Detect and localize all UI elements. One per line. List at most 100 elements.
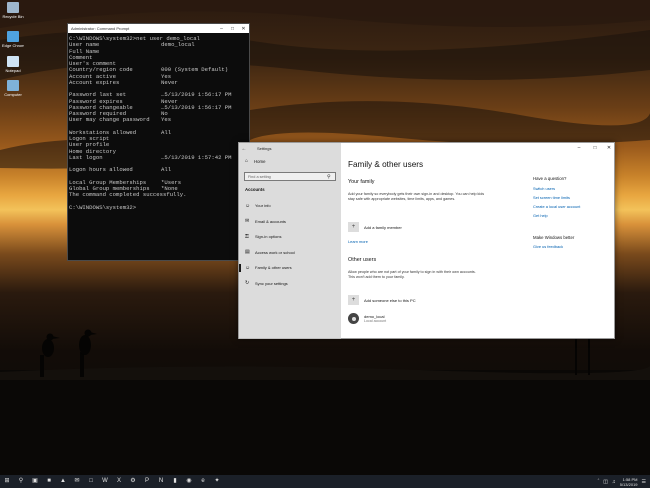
chrome-icon[interactable]: ◉ <box>182 475 196 488</box>
edge-icon[interactable]: e <box>196 475 210 488</box>
powerpoint-icon[interactable]: P <box>140 475 154 488</box>
chevron-up-icon[interactable]: ˆ <box>598 479 600 485</box>
sidebar-item-label: Sync your settings <box>255 280 288 286</box>
pin-icon[interactable]: ✦ <box>210 475 224 488</box>
plus-icon: + <box>348 295 359 305</box>
network-icon[interactable]: ◫ <box>603 479 608 485</box>
sidebar-section-accounts: Accounts <box>245 187 265 192</box>
back-arrow-icon[interactable]: ← <box>239 146 249 152</box>
selection-indicator <box>239 264 241 272</box>
computer-icon[interactable]: Computer <box>2 80 24 97</box>
your-family-heading: Your family <box>348 179 375 185</box>
add-someone-else-label: Add someone else to this PC <box>364 297 416 303</box>
page-title: Family & other users <box>348 160 424 169</box>
your-family-description: Add your family so everybody gets their … <box>348 192 485 201</box>
clock-date: 5/13/2019 <box>619 481 638 487</box>
settings-title-bar[interactable]: ← Settings <box>239 143 341 154</box>
cmd-field-name: C:\WINDOWS\system32> <box>69 203 137 211</box>
maximize-icon[interactable]: □ <box>227 26 238 32</box>
sidebar-item-sync-settings[interactable]: ↻ Sync your settings <box>239 276 341 292</box>
avatar-head <box>351 316 356 321</box>
people-icon: ☺ <box>245 264 251 271</box>
email-icon: ✉ <box>245 218 250 225</box>
sidebar-item-label: Access work or school <box>255 249 295 255</box>
other-users-heading: Other users <box>348 257 377 263</box>
avatar <box>348 313 359 324</box>
minimize-icon[interactable]: – <box>573 143 585 154</box>
windows-icon[interactable]: ⊞ <box>0 475 14 488</box>
sidebar-item-your-info[interactable]: ☺ Your info <box>239 198 341 214</box>
task-view-icon[interactable]: ▣ <box>28 475 42 488</box>
sidebar-item-email-accounts[interactable]: ✉ Email & accounts <box>239 214 341 230</box>
close-icon[interactable]: ✕ <box>603 143 615 154</box>
photos-icon[interactable]: □ <box>84 475 98 488</box>
get-help-link[interactable]: Get help <box>533 213 548 218</box>
settings-title: Settings <box>257 146 272 151</box>
onenote-icon[interactable]: N <box>154 475 168 488</box>
add-someone-else-button[interactable]: + Add someone else to this PC <box>348 295 416 305</box>
settings-sidebar: ← Settings ⌂ Home Find a setting ⚲ Accou… <box>239 143 341 339</box>
sidebar-item-label: Your info <box>255 203 271 209</box>
notepad-icon[interactable]: Notepad <box>2 56 24 73</box>
add-family-member-label: Add a family member <box>364 224 402 230</box>
sidebar-home[interactable]: ⌂ Home <box>239 156 341 166</box>
store-icon[interactable]: ▲ <box>56 475 70 488</box>
mail-icon[interactable]: ✉ <box>70 475 84 488</box>
volume-icon[interactable]: ♫ <box>612 479 616 485</box>
sync-icon: ↻ <box>245 280 250 287</box>
word-icon[interactable]: W <box>98 475 112 488</box>
user-account-type: Local account <box>364 318 387 323</box>
taskbar: ⊞ ⚲ ▣ ■ ▲ ✉ □ W X ⚙ P N ▮ ◉ e ✦ ˆ ◫ ♫ 1:… <box>0 475 650 488</box>
cmd-output[interactable]: C:\WINDOWS\system32>net user demo_local … <box>68 33 249 211</box>
settings-search-box[interactable]: Find a setting ⚲ <box>244 172 336 181</box>
user-account-item[interactable]: demo_local Local account <box>348 313 386 324</box>
search-icon[interactable]: ⚲ <box>14 475 28 488</box>
give-feedback-link[interactable]: Give us feedback <box>533 244 563 249</box>
excel-icon[interactable]: X <box>112 475 126 488</box>
clock[interactable]: 1:58 PM 5/13/2019 <box>620 477 638 487</box>
briefcase-icon: ▤ <box>245 249 250 256</box>
sidebar-item-access-work[interactable]: ▤ Access work or school <box>239 245 341 261</box>
settings-window[interactable]: ← Settings ⌂ Home Find a setting ⚲ Accou… <box>238 142 615 339</box>
create-local-account-link[interactable]: Create a local user account <box>533 204 580 209</box>
notifications-icon[interactable]: ☰ <box>642 479 646 485</box>
cmd-output-line: C:\WINDOWS\system32> <box>69 203 249 211</box>
minimize-icon[interactable]: – <box>216 26 227 32</box>
make-windows-better-heading: Make Windows better <box>533 235 575 240</box>
sidebar-item-label: Family & other users <box>255 265 292 271</box>
home-icon: ⌂ <box>245 158 249 164</box>
cmd-title: Administrator: Command Prompt <box>71 26 130 31</box>
switch-users-link[interactable]: Switch users <box>533 186 555 191</box>
command-prompt-window[interactable]: Administrator: Command Prompt – □ ✕ C:\W… <box>67 23 250 261</box>
browser-icon[interactable]: Edge Chrome <box>2 31 24 48</box>
sidebar-nav: ☺ Your info ✉ Email & accounts ⚿ Sign-in… <box>239 198 341 291</box>
search-placeholder: Find a setting <box>248 174 271 179</box>
search-icon[interactable]: ⚲ <box>327 174 335 180</box>
browser-glyph-icon <box>7 31 19 42</box>
sidebar-item-label: Email & accounts <box>255 218 286 224</box>
computer-glyph-icon <box>7 80 19 91</box>
cmd-icon[interactable]: ▮ <box>168 475 182 488</box>
plus-icon: + <box>348 222 359 232</box>
clock-time: 1:58 PM <box>622 476 638 482</box>
add-family-member-button[interactable]: + Add a family member <box>348 222 402 232</box>
recycle-bin-icon[interactable]: Recycle Bin <box>2 2 24 19</box>
key-icon: ⚿ <box>245 233 249 240</box>
maximize-icon[interactable]: □ <box>589 143 601 154</box>
settings-main: – □ ✕ Family & other users Your family A… <box>341 143 615 339</box>
recycle-bin-glyph-icon <box>7 2 19 13</box>
sidebar-item-family-other-users[interactable]: ☺ Family & other users <box>239 260 341 276</box>
have-a-question-heading: Have a question? <box>533 176 567 181</box>
home-label: Home <box>254 158 266 164</box>
file-explorer-icon[interactable]: ■ <box>42 475 56 488</box>
sidebar-item-sign-in-options[interactable]: ⚿ Sign-in options <box>239 229 341 245</box>
settings-icon[interactable]: ⚙ <box>126 475 140 488</box>
notepad-glyph-icon <box>7 56 19 67</box>
user-name: demo_local <box>364 313 385 319</box>
close-icon[interactable]: ✕ <box>238 26 249 32</box>
system-tray: ˆ ◫ ♫ 1:58 PM 5/13/2019 ☰ <box>594 477 650 487</box>
sidebar-item-label: Sign-in options <box>255 234 282 240</box>
screen-time-link[interactable]: Set screen time limits <box>533 195 570 200</box>
cmd-title-bar[interactable]: Administrator: Command Prompt – □ ✕ <box>68 24 249 33</box>
learn-more-link[interactable]: Learn more <box>348 239 368 244</box>
